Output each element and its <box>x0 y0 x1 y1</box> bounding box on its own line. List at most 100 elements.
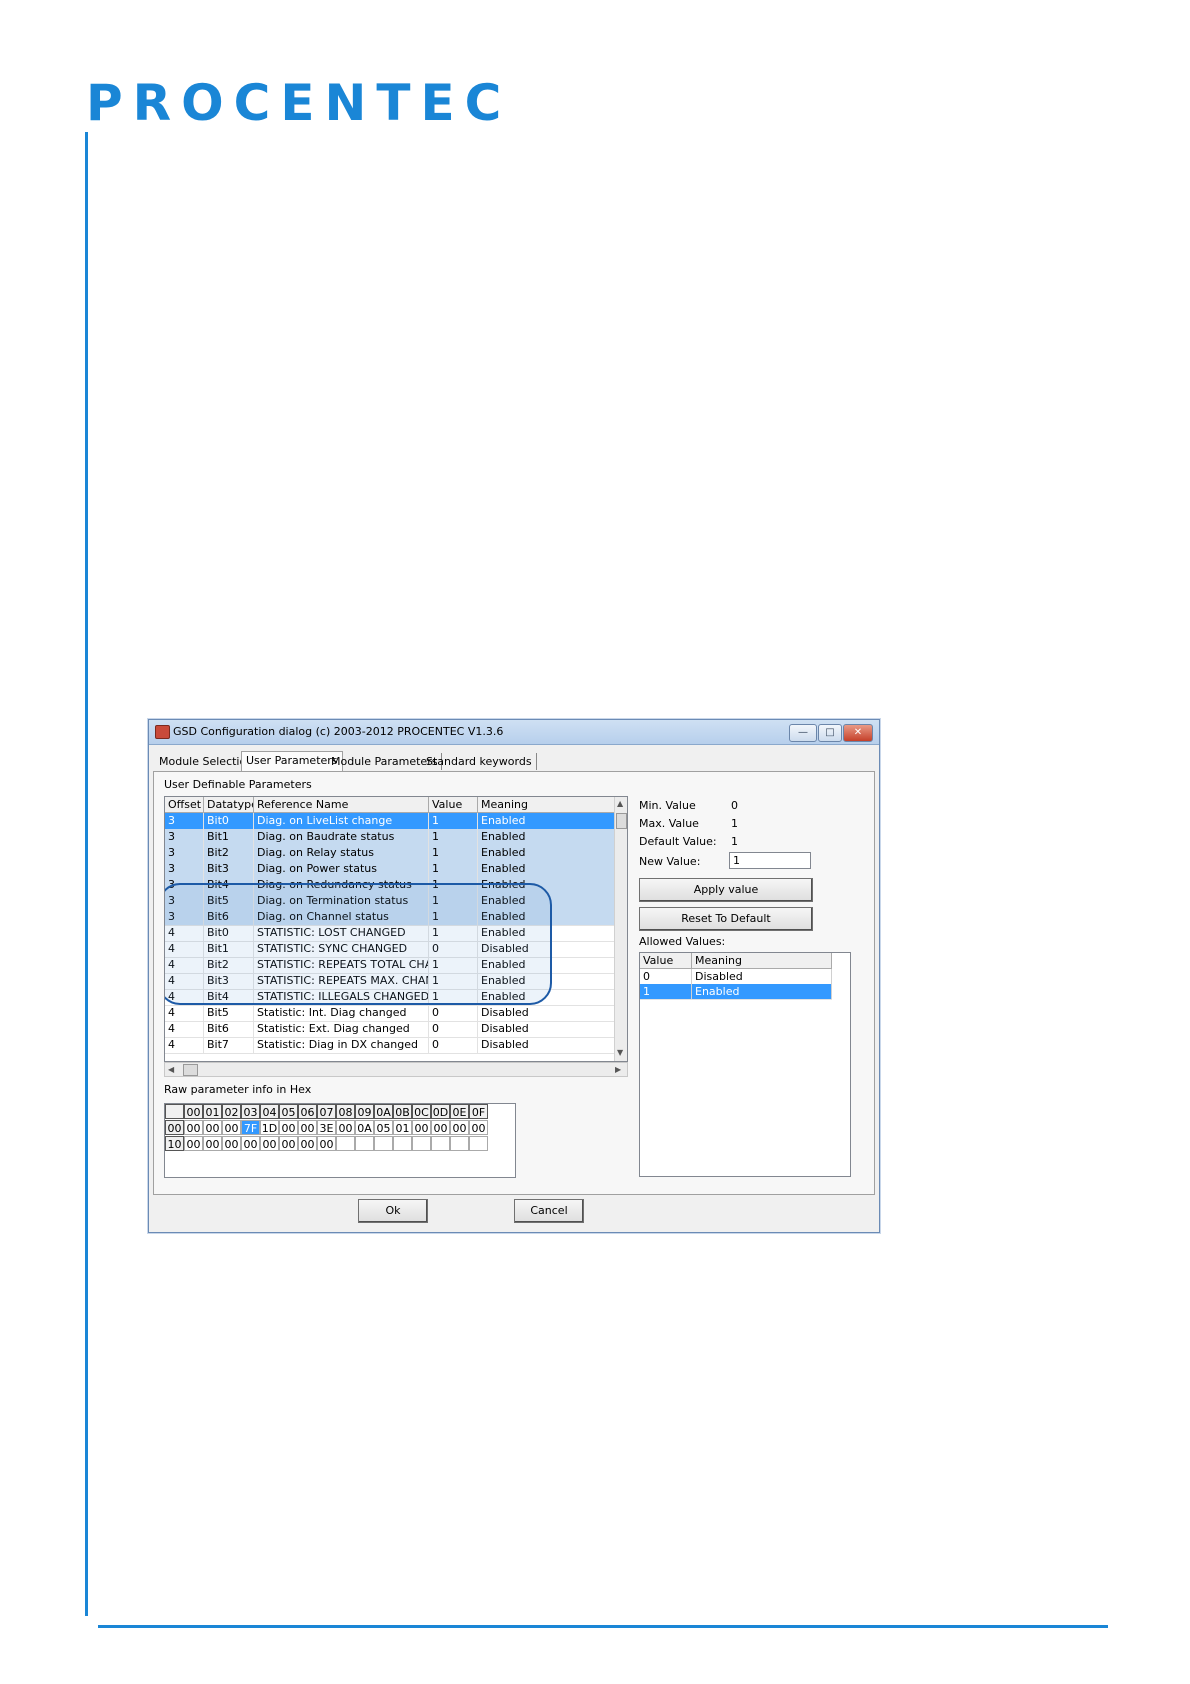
hex-cell[interactable]: 00 <box>431 1120 450 1135</box>
table-row[interactable]: 3 Bit0 Diag. on LiveList change 1 Enabled <box>165 813 615 830</box>
hex-cell[interactable] <box>355 1136 374 1151</box>
scroll-down-icon[interactable]: ▼ <box>617 1048 623 1057</box>
new-value-input[interactable]: 1 <box>729 852 811 869</box>
new-value-label: New Value: <box>639 855 701 868</box>
table-cell: 3 <box>165 845 204 861</box>
table-cell: 4 <box>165 1037 204 1053</box>
hex-cell[interactable]: 00 <box>260 1136 279 1151</box>
table-cell: Bit6 <box>204 909 254 925</box>
hex-column-header: 06 <box>298 1104 317 1119</box>
table-vertical-scrollbar[interactable]: ▲ ▼ <box>614 797 627 1061</box>
table-row[interactable]: 4 Bit6 Statistic: Ext. Diag changed 0 Disabl… <box>165 1021 615 1038</box>
col-reference-name[interactable]: Reference Name <box>254 797 429 812</box>
hex-cell[interactable]: 7F <box>241 1120 260 1135</box>
table-row[interactable]: 4 Bit0 STATISTIC: LOST CHANGED 1 Enabled <box>165 925 615 942</box>
table-row[interactable]: 3 Bit2 Diag. on Relay status 1 Enabled <box>165 845 615 862</box>
title-bar[interactable]: GSD Configuration dialog (c) 2003-2012 P… <box>149 720 879 745</box>
table-cell: Bit6 <box>204 1021 254 1037</box>
cancel-button[interactable]: Cancel <box>514 1199 584 1223</box>
table-cell: Enabled <box>478 973 615 989</box>
hex-cell[interactable]: 00 <box>279 1120 298 1135</box>
table-row[interactable]: 4Bit3STATISTIC: REPEATS MAX. CHANGE1Enab… <box>165 973 615 990</box>
hex-cell[interactable]: 3E <box>317 1120 336 1135</box>
hex-cell[interactable]: 00 <box>336 1120 355 1135</box>
table-row[interactable]: 4 Bit4 STATISTIC: ILLEGALS CHANGED 1 Enabled <box>165 989 615 1006</box>
hex-cell[interactable]: 00 <box>222 1136 241 1151</box>
hex-cell[interactable] <box>431 1136 450 1151</box>
hex-cell[interactable] <box>336 1136 355 1151</box>
table-row[interactable]: 3 Bit3 Diag. on Power status 1 Enabled <box>165 861 615 878</box>
hex-cell[interactable] <box>374 1136 393 1151</box>
apply-value-button[interactable]: Apply value <box>639 878 813 902</box>
hex-cell[interactable] <box>412 1136 431 1151</box>
table-cell: 1 <box>429 909 478 925</box>
hex-cell[interactable]: 00 <box>469 1120 488 1135</box>
table-row[interactable]: 4 Bit5 Statistic: Int. Diag changed 0 Disabl… <box>165 1005 615 1022</box>
hex-cell[interactable]: 00 <box>203 1136 222 1151</box>
hex-cell[interactable]: 0A <box>355 1120 374 1135</box>
table-cell: 4 <box>165 989 204 1005</box>
table-row[interactable]: 4 Bit1 STATISTIC: SYNC CHANGED 0 Disabled <box>165 941 615 958</box>
table-cell: Diag. on Termination status <box>254 893 429 909</box>
table-row[interactable]: 4 Bit7 Statistic: Diag in DX changed 0 Disab… <box>165 1037 615 1054</box>
hex-cell[interactable]: 00 <box>298 1136 317 1151</box>
tab-standard-keywords[interactable]: Standard keywords <box>422 753 537 770</box>
hex-cell[interactable]: 00 <box>222 1120 241 1135</box>
scroll-left-icon[interactable]: ◀ <box>168 1065 174 1074</box>
close-button[interactable]: ✕ <box>843 724 873 742</box>
table-cell: STATISTIC: REPEATS MAX. CHANGE <box>254 973 429 989</box>
scroll-right-icon[interactable]: ▶ <box>615 1065 621 1074</box>
table-row[interactable]: 3 Bit5 Diag. on Termination status 1 Enabled <box>165 893 615 910</box>
hex-grid[interactable]: 00 01 02 03 04 05 06 07 08 09 0A 0B 0C 0D 0E 0F 00 00 00 00… <box>164 1103 516 1178</box>
allowed-value-row[interactable]: 0 Disabled <box>640 969 832 985</box>
allowed-value-row[interactable]: 1 Enabled <box>640 984 832 1000</box>
table-cell: 1 <box>429 989 478 1005</box>
maximize-button[interactable]: □ <box>818 724 842 742</box>
table-row[interactable]: 3 Bit6 Diag. on Channel status 1 Enabled <box>165 909 615 926</box>
table-cell: Statistic: Ext. Diag changed <box>254 1021 429 1037</box>
user-parameters-panel: User Definable Parameters Offset Datatyp… <box>153 771 875 1195</box>
hex-cell[interactable] <box>393 1136 412 1151</box>
parameters-table[interactable]: Offset Datatype Reference Name Value Mea… <box>164 796 628 1062</box>
table-cell: Bit5 <box>204 893 254 909</box>
hex-cell[interactable] <box>469 1136 488 1151</box>
hex-cell[interactable]: 05 <box>374 1120 393 1135</box>
allowed-value-cell: Enabled <box>692 984 832 999</box>
hex-cell[interactable]: 00 <box>412 1120 431 1135</box>
hex-cell[interactable] <box>450 1136 469 1151</box>
col-meaning[interactable]: Meaning <box>478 797 615 812</box>
col-value[interactable]: Value <box>429 797 478 812</box>
hex-cell[interactable]: 00 <box>184 1136 203 1151</box>
table-cell: Bit4 <box>204 989 254 1005</box>
vertical-scroll-thumb[interactable] <box>616 813 627 829</box>
allowed-values-label: Allowed Values: <box>639 935 726 948</box>
scroll-up-icon[interactable]: ▲ <box>617 799 623 808</box>
hex-column-header: 07 <box>317 1104 336 1119</box>
hex-cell[interactable]: 00 <box>203 1120 222 1135</box>
table-cell: 4 <box>165 941 204 957</box>
col-offset[interactable]: Offset <box>165 797 204 812</box>
hex-column-header: 01 <box>203 1104 222 1119</box>
hex-cell[interactable]: 00 <box>241 1136 260 1151</box>
allowed-col-value[interactable]: Value <box>640 953 692 968</box>
hex-cell[interactable]: 00 <box>298 1120 317 1135</box>
max-value-label: Max. Value <box>639 817 699 830</box>
reset-to-default-button[interactable]: Reset To Default <box>639 907 813 931</box>
hex-cell[interactable]: 00 <box>317 1136 336 1151</box>
col-datatype[interactable]: Datatype <box>204 797 254 812</box>
hex-cell[interactable]: 01 <box>393 1120 412 1135</box>
horizontal-scroll-thumb[interactable] <box>183 1064 198 1076</box>
ok-button[interactable]: Ok <box>358 1199 428 1223</box>
table-horizontal-scrollbar[interactable]: ◀ ▶ <box>164 1062 628 1077</box>
allowed-values-table[interactable]: Value Meaning 0 Disabled 1 Enabled <box>639 952 851 1177</box>
hex-cell[interactable]: 00 <box>279 1136 298 1151</box>
hex-cell[interactable]: 1D <box>260 1120 279 1135</box>
allowed-col-meaning[interactable]: Meaning <box>692 953 832 968</box>
table-row[interactable]: 3 Bit1 Diag. on Baudrate status 1 Enabled <box>165 829 615 846</box>
table-row[interactable]: 4 Bit2 STATISTIC: REPEATS TOTAL CHANI 1 Enab… <box>165 957 615 974</box>
hex-cell[interactable]: 00 <box>450 1120 469 1135</box>
table-row[interactable]: 3 Bit4 Diag. on Redundancy status 1 Enabled <box>165 877 615 894</box>
minimize-button[interactable]: — <box>789 724 817 742</box>
table-cell: Diag. on LiveList change <box>254 813 429 829</box>
hex-cell[interactable]: 00 <box>184 1120 203 1135</box>
